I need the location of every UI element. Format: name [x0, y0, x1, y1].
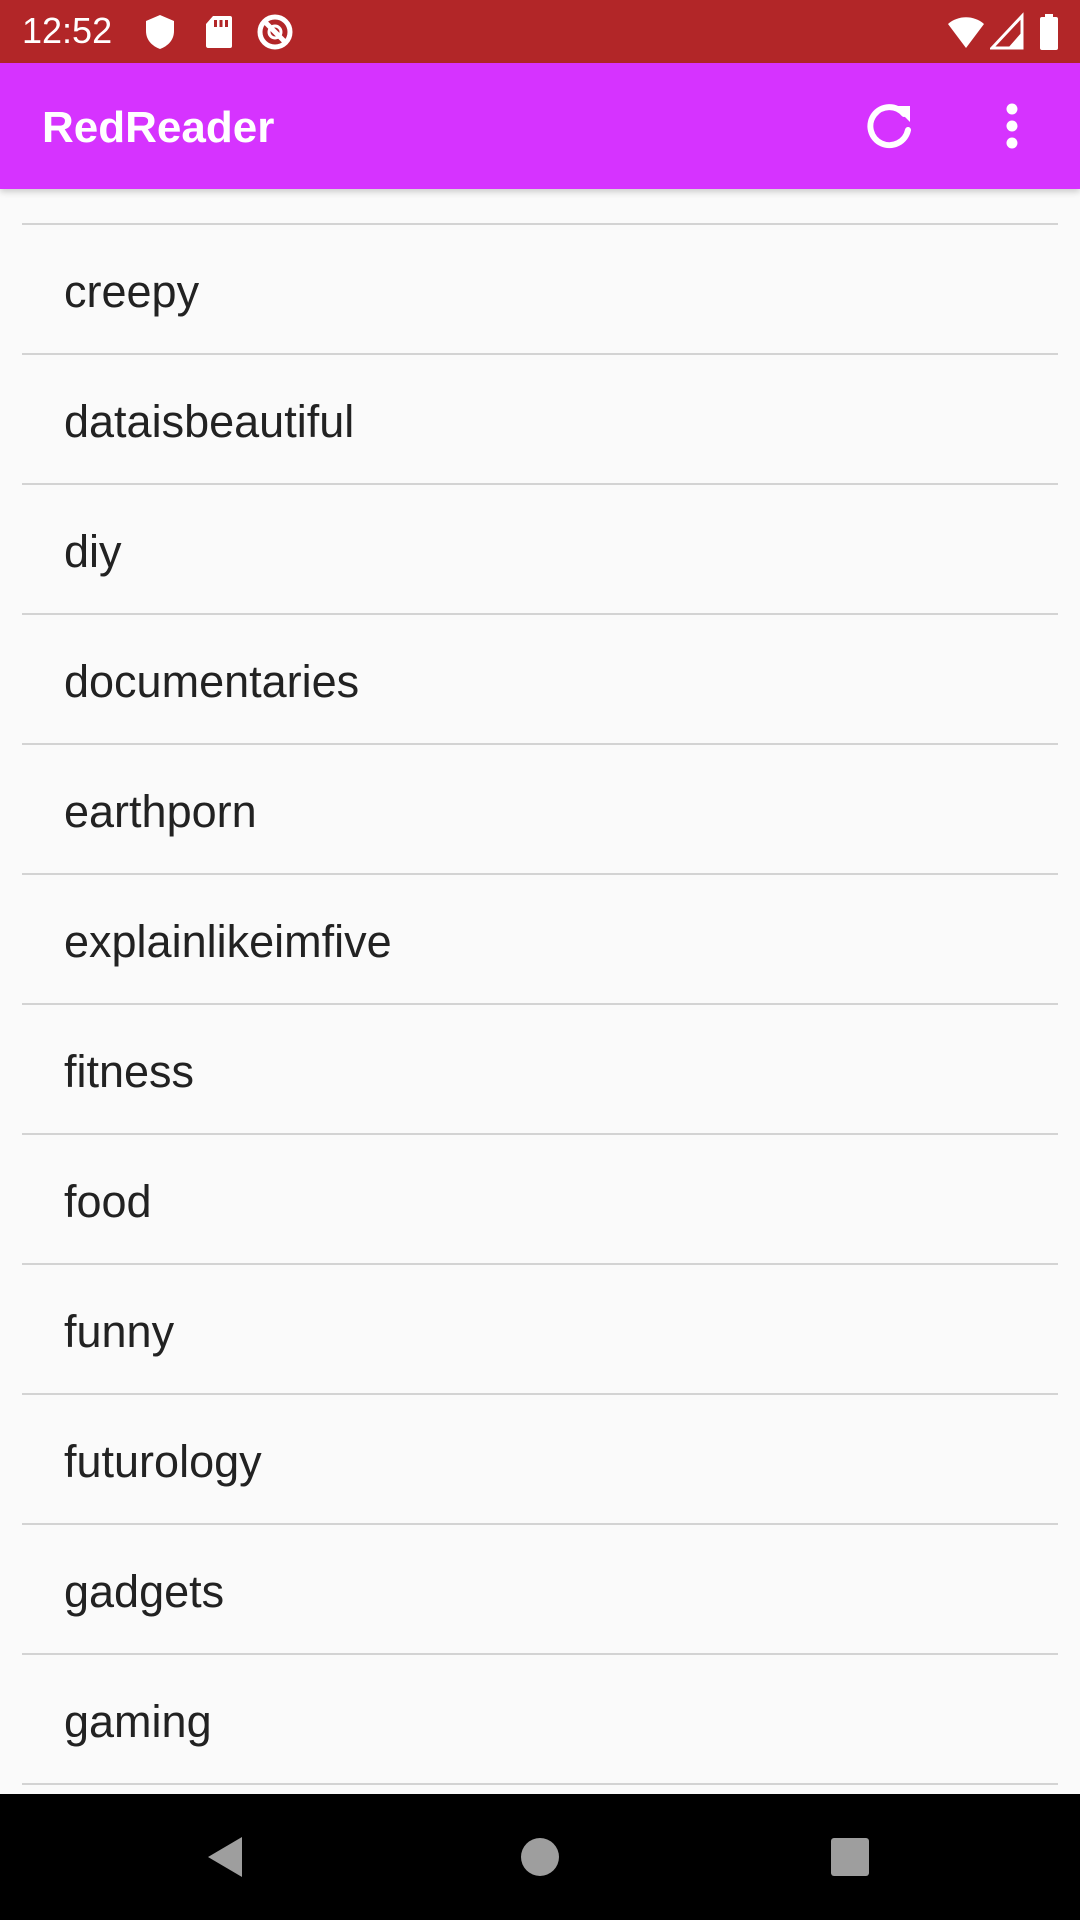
- back-icon: [208, 1837, 242, 1877]
- recents-button[interactable]: [820, 1827, 880, 1887]
- subreddit-list[interactable]: books creepy dataisbeautiful diy documen…: [0, 189, 1080, 1794]
- list-item-label: gaming: [64, 1696, 212, 1747]
- navigation-bar: [0, 1794, 1080, 1920]
- list-item-label: futurology: [64, 1436, 262, 1487]
- recents-icon: [831, 1838, 869, 1876]
- list-item[interactable]: fitness: [22, 1005, 1058, 1135]
- list-item-label: documentaries: [64, 656, 360, 707]
- list-item[interactable]: gadgets: [22, 1525, 1058, 1655]
- more-vert-icon: [1006, 103, 1018, 149]
- no-sync-icon: [257, 14, 293, 50]
- list-item[interactable]: dataisbeautiful: [22, 355, 1058, 485]
- list-item-label: dataisbeautiful: [64, 396, 355, 447]
- list-item[interactable]: explainlikeimfive: [22, 875, 1058, 1005]
- list-item[interactable]: food: [22, 1135, 1058, 1265]
- list-item-label: diy: [64, 526, 122, 577]
- refresh-button[interactable]: [860, 96, 920, 156]
- cell-signal-icon: [990, 12, 1024, 50]
- list-item[interactable]: gaming: [22, 1655, 1058, 1785]
- status-bar: 12:52: [0, 0, 1080, 63]
- wifi-icon: [948, 17, 984, 48]
- list-item[interactable]: documentaries: [22, 615, 1058, 745]
- list-item-label: creepy: [64, 266, 200, 317]
- list-item[interactable]: earthporn: [22, 745, 1058, 875]
- app-title: RedReader: [42, 103, 275, 152]
- list-item-label: food: [64, 1176, 152, 1227]
- list-item[interactable]: diy: [22, 485, 1058, 615]
- list-item-label: gadgets: [64, 1566, 225, 1617]
- sd-card-icon: [206, 16, 232, 48]
- subreddit-list-inner: books creepy dataisbeautiful diy documen…: [0, 189, 1080, 1785]
- shield-icon: [146, 15, 174, 49]
- overflow-menu-button[interactable]: [982, 96, 1042, 156]
- list-item[interactable]: futurology: [22, 1395, 1058, 1525]
- list-item-label: fitness: [64, 1046, 195, 1097]
- list-item[interactable]: creepy: [22, 225, 1058, 355]
- home-button[interactable]: [510, 1827, 570, 1887]
- list-item-label: funny: [64, 1306, 175, 1357]
- back-button[interactable]: [196, 1827, 256, 1887]
- refresh-icon: [867, 104, 911, 149]
- list-item[interactable]: funny: [22, 1265, 1058, 1395]
- home-icon: [521, 1838, 559, 1876]
- list-item[interactable]: books: [22, 189, 1058, 225]
- battery-icon: [1040, 14, 1058, 50]
- status-right-icons: [946, 12, 1066, 52]
- list-item-label: explainlikeimfive: [64, 916, 392, 967]
- status-time: 12:52: [22, 10, 113, 51]
- list-item-label: earthporn: [64, 786, 257, 837]
- app-bar: RedReader: [0, 63, 1080, 189]
